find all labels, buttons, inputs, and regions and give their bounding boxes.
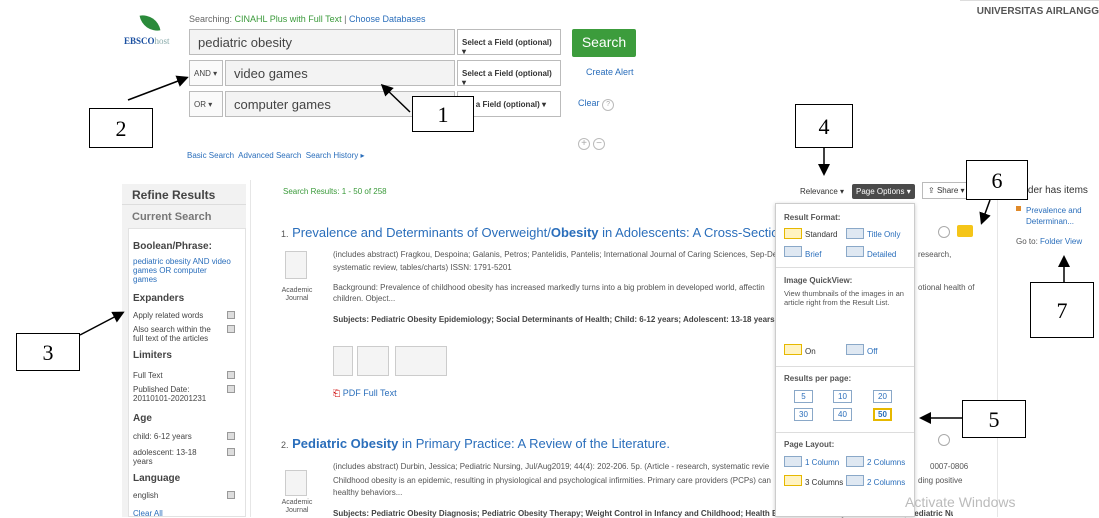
activate-windows-watermark: Activate Windows <box>905 494 1016 510</box>
arrow-3 <box>79 311 125 336</box>
annotation-box-5: 5 <box>962 400 1026 438</box>
annotation-box-7: 7 <box>1030 282 1094 338</box>
arrow-6 <box>979 199 991 225</box>
annotation-box-3: 3 <box>16 333 80 371</box>
annotation-box-1: 1 <box>412 96 474 132</box>
annotation-box-2: 2 <box>89 108 153 148</box>
annotation-arrows <box>79 75 1070 424</box>
annotation-box-4: 4 <box>795 104 853 148</box>
arrow-1 <box>380 83 411 113</box>
annotation-box-6: 6 <box>966 160 1028 200</box>
arrow-2 <box>127 75 189 101</box>
